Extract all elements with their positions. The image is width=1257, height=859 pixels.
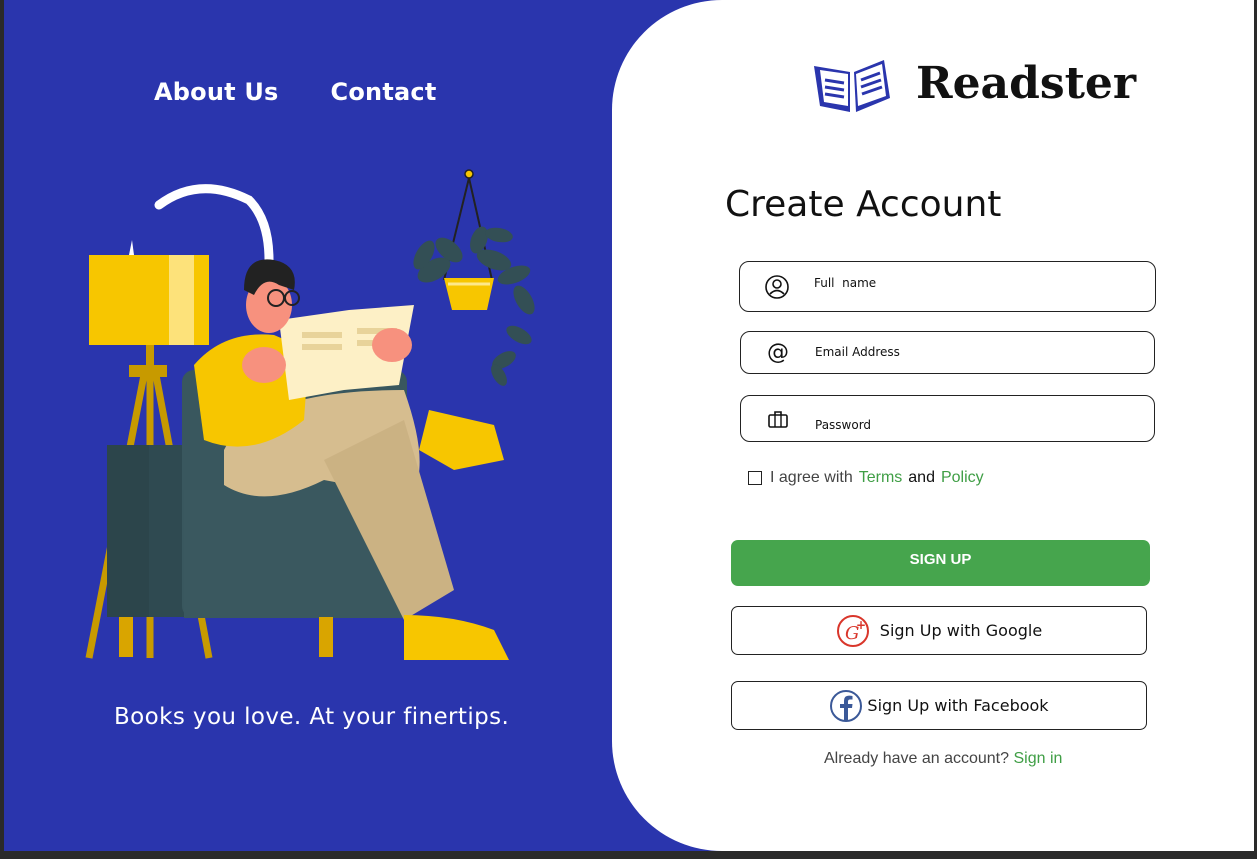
open-book-icon <box>814 60 890 112</box>
password-input[interactable] <box>815 417 1154 432</box>
nav-contact[interactable]: Contact <box>331 78 437 106</box>
user-circle-icon <box>740 274 814 300</box>
full-name-field[interactable] <box>739 261 1156 312</box>
signup-card: Readster Create Account @ <box>612 0 1254 851</box>
top-nav: About Us Contact <box>154 78 437 106</box>
google-plus-icon: G + <box>836 614 869 647</box>
policy-link[interactable]: Policy <box>941 469 984 487</box>
facebook-icon <box>830 689 863 722</box>
google-signup-label: Sign Up with Google <box>879 621 1043 640</box>
brand-name: Readster <box>916 57 1137 109</box>
have-account-text: Already have an account? <box>824 750 1010 767</box>
at-sign-icon: @ <box>767 340 789 365</box>
nav-about-us[interactable]: About Us <box>154 78 279 106</box>
agree-text: I agree with <box>770 469 853 486</box>
app-frame: About Us Contact Books you love. At your… <box>4 0 1254 851</box>
briefcase-icon <box>741 410 815 428</box>
signin-prompt: Already have an account? Sign in <box>824 750 1062 768</box>
brand: Readster <box>812 52 1136 114</box>
agree-checkbox[interactable] <box>748 471 762 485</box>
svg-text:+: + <box>856 618 866 632</box>
full-name-input[interactable] <box>814 275 1155 290</box>
facebook-signup-button[interactable]: Sign Up with Facebook <box>731 681 1147 730</box>
email-input[interactable] <box>815 344 1154 359</box>
form-title: Create Account <box>725 184 1002 225</box>
password-field[interactable] <box>740 395 1155 442</box>
terms-agreement: I agree with Terms and Policy <box>748 469 984 487</box>
facebook-signup-label: Sign Up with Facebook <box>867 696 1049 715</box>
signin-link[interactable]: Sign in <box>1013 750 1062 767</box>
terms-link[interactable]: Terms <box>859 469 903 487</box>
signup-button[interactable]: SIGN UP <box>731 540 1150 586</box>
google-signup-button[interactable]: G + Sign Up with Google <box>731 606 1147 655</box>
and-text: and <box>908 469 935 486</box>
email-field[interactable]: @ <box>740 331 1155 374</box>
reading-man-illustration <box>85 169 535 660</box>
tagline: Books you love. At your finertips. <box>114 704 510 730</box>
